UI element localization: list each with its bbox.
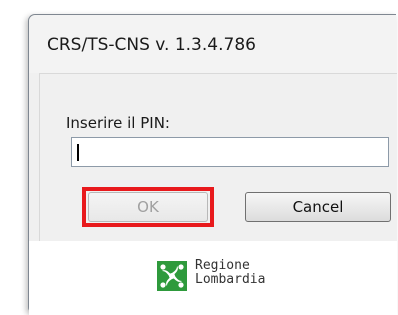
- pin-dialog-window: CRS/TS-CNS v. 1.3.4.786 Inserire il PIN:…: [28, 14, 397, 315]
- logo-line-2: Lombardia: [195, 272, 266, 287]
- screen: CRS/TS-CNS v. 1.3.4.786 Inserire il PIN:…: [0, 0, 398, 315]
- window-title: CRS/TS-CNS v. 1.3.4.786: [47, 35, 256, 55]
- cancel-button[interactable]: Cancel: [245, 192, 391, 222]
- regione-lombardia-logo: Regione Lombardia: [157, 258, 287, 292]
- dialog-content: Inserire il PIN: OK Cancel: [39, 73, 397, 241]
- logo-line-1: Regione: [195, 258, 250, 273]
- pin-label: Inserire il PIN:: [66, 114, 170, 132]
- ok-button-highlight: [82, 187, 214, 227]
- pin-input[interactable]: [71, 137, 389, 167]
- title-bar[interactable]: CRS/TS-CNS v. 1.3.4.786: [29, 15, 396, 73]
- dialog-footer: Regione Lombardia: [29, 241, 397, 315]
- text-caret: [77, 144, 79, 161]
- regione-lombardia-rosa-camuna-icon: [157, 261, 187, 291]
- logo-wordmark: Regione Lombardia: [195, 259, 265, 287]
